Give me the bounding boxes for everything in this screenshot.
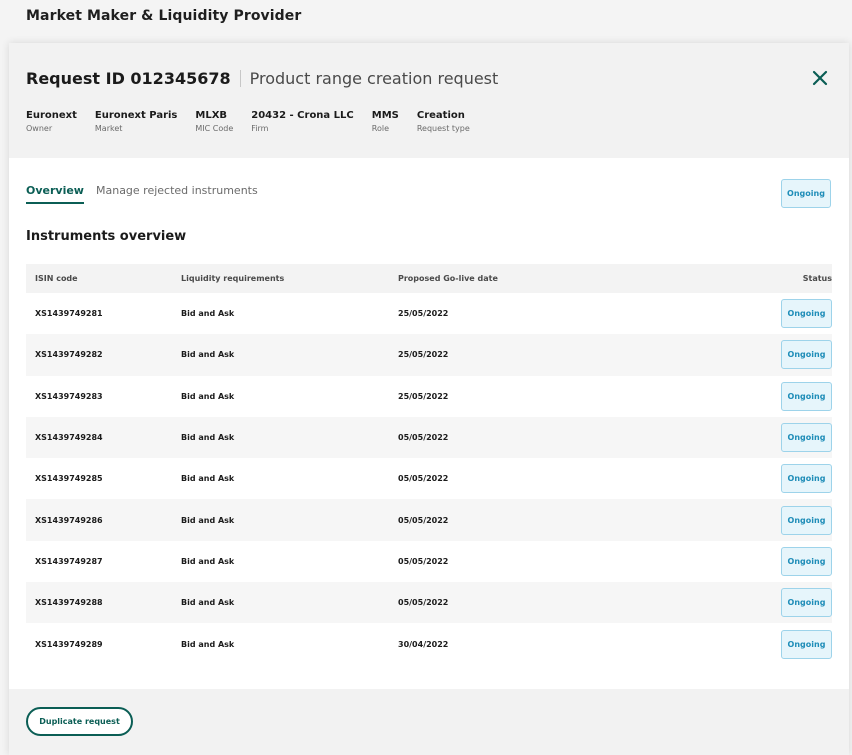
cell-status: Ongoing [698, 588, 832, 618]
cell-golive: 25/05/2022 [398, 391, 449, 401]
section-title: Instruments overview [26, 229, 187, 244]
request-footer: Duplicate request [9, 689, 849, 755]
meta-label: MIC Code [195, 124, 234, 133]
cell-isin: XS1439749282 [35, 350, 103, 360]
cell-golive: 25/05/2022 [398, 309, 449, 319]
cell-golive: 05/05/2022 [398, 474, 449, 484]
cell-status: Ongoing [698, 546, 832, 576]
cell-isin: XS1439749285 [35, 474, 103, 484]
table-row: XS1439749283 Bid and Ask 25/05/2022 Ongo… [26, 376, 832, 417]
cell-isin: XS1439749289 [35, 639, 103, 649]
cell-liquidity: Bid and Ask [181, 515, 235, 525]
cell-golive: 25/05/2022 [398, 350, 449, 360]
status-badge: Ongoing [781, 381, 832, 411]
cell-golive: 05/05/2022 [398, 598, 449, 608]
cell-golive: 05/05/2022 [398, 433, 449, 443]
request-meta: Euronext Owner Euronext Paris Market MLX… [26, 109, 488, 135]
status-badge: Ongoing [781, 464, 832, 494]
meta-firm: 20432 - Crona LLC Firm [251, 109, 353, 135]
table-body: XS1439749281 Bid and Ask 25/05/2022 Ongo… [26, 293, 832, 665]
status-badge: Ongoing [781, 588, 832, 618]
cell-isin: XS1439749286 [35, 515, 103, 525]
request-status-badge: Ongoing [781, 179, 831, 208]
request-id: Request ID 012345678 [26, 69, 231, 88]
cell-golive: 30/04/2022 [398, 639, 449, 649]
request-header: Request ID 012345678 Product range creat… [9, 43, 849, 158]
table-header: ISIN code Liquidity requirements Propose… [26, 264, 832, 293]
app-title: Market Maker & Liquidity Provider [26, 8, 302, 24]
meta-mic-code: MLXB MIC Code [195, 109, 233, 135]
tab-overview[interactable]: Overview [26, 184, 84, 204]
cell-status: Ongoing [698, 423, 832, 453]
request-panel: Request ID 012345678 Product range creat… [9, 43, 849, 755]
status-badge: Ongoing [781, 505, 832, 535]
meta-value: 20432 - Crona LLC [251, 110, 354, 121]
cell-status: Ongoing [698, 299, 832, 329]
meta-value: Euronext Paris [94, 110, 178, 121]
meta-owner: Euronext Owner [26, 109, 77, 135]
meta-value: Creation [416, 110, 465, 121]
tab-bar: Overview Manage rejected instruments [26, 184, 270, 204]
cell-liquidity: Bid and Ask [181, 556, 235, 566]
cell-status: Ongoing [698, 629, 832, 659]
table-row: XS1439749285 Bid and Ask 05/05/2022 Ongo… [26, 458, 832, 499]
table-row: XS1439749282 Bid and Ask 25/05/2022 Ongo… [26, 334, 832, 376]
cell-status: Ongoing [698, 464, 832, 494]
duplicate-request-button[interactable]: Duplicate request [26, 707, 133, 736]
close-icon [812, 70, 828, 86]
column-header-status: Status [802, 274, 832, 283]
close-button[interactable] [811, 69, 829, 87]
table-row: XS1439749281 Bid and Ask 25/05/2022 Ongo… [26, 293, 832, 334]
cell-liquidity: Bid and Ask [181, 309, 235, 319]
cell-status: Ongoing [698, 340, 832, 370]
status-badge: Ongoing [781, 179, 831, 208]
cell-golive: 05/05/2022 [398, 515, 449, 525]
cell-isin: XS1439749287 [35, 556, 103, 566]
cell-liquidity: Bid and Ask [181, 350, 235, 360]
cell-golive: 05/05/2022 [398, 556, 449, 566]
meta-value: MLXB [195, 110, 228, 121]
request-title: Request ID 012345678 Product range creat… [26, 69, 498, 88]
cell-status: Ongoing [698, 381, 832, 411]
title-divider [239, 70, 241, 87]
meta-value: MMS [371, 110, 399, 121]
cell-isin: XS1439749284 [35, 433, 103, 443]
meta-market: Euronext Paris Market [95, 109, 178, 135]
cell-liquidity: Bid and Ask [181, 639, 235, 649]
meta-value: Euronext [26, 110, 77, 121]
cell-liquidity: Bid and Ask [181, 598, 235, 608]
cell-liquidity: Bid and Ask [181, 391, 235, 401]
cell-isin: XS1439749283 [35, 391, 103, 401]
table-row: XS1439749288 Bid and Ask 05/05/2022 Ongo… [26, 582, 832, 624]
meta-label: Request type [416, 124, 470, 133]
table-row: XS1439749289 Bid and Ask 30/04/2022 Ongo… [26, 623, 832, 664]
meta-label: Role [371, 124, 389, 133]
cell-isin: XS1439749281 [35, 309, 103, 319]
table-row: XS1439749284 Bid and Ask 05/05/2022 Ongo… [26, 416, 832, 459]
meta-request-type: Creation Request type [417, 109, 470, 135]
meta-label: Owner [26, 124, 53, 133]
meta-label: Market [94, 124, 123, 133]
tab-manage-rejected-instruments[interactable]: Manage rejected instruments [96, 184, 258, 204]
status-badge: Ongoing [781, 423, 832, 453]
column-header-isin: ISIN code [35, 274, 78, 283]
column-header-liquidity: Liquidity requirements [181, 274, 285, 283]
cell-liquidity: Bid and Ask [181, 474, 235, 484]
column-header-golive: Proposed Go-live date [398, 274, 498, 283]
meta-role: MMS Role [372, 109, 399, 135]
request-content: Overview Manage rejected instruments Ong… [9, 158, 849, 689]
cell-liquidity: Bid and Ask [181, 433, 235, 443]
status-badge: Ongoing [781, 629, 832, 659]
meta-label: Firm [251, 124, 269, 133]
cell-isin: XS1439749288 [35, 598, 103, 608]
cell-status: Ongoing [698, 505, 832, 535]
table-row: XS1439749286 Bid and Ask 05/05/2022 Ongo… [26, 499, 832, 541]
status-badge: Ongoing [781, 299, 832, 329]
instruments-table: ISIN code Liquidity requirements Propose… [26, 264, 832, 665]
request-description: Product range creation request [249, 69, 499, 88]
table-row: XS1439749287 Bid and Ask 05/05/2022 Ongo… [26, 541, 832, 582]
status-badge: Ongoing [781, 340, 832, 370]
status-badge: Ongoing [781, 546, 832, 576]
